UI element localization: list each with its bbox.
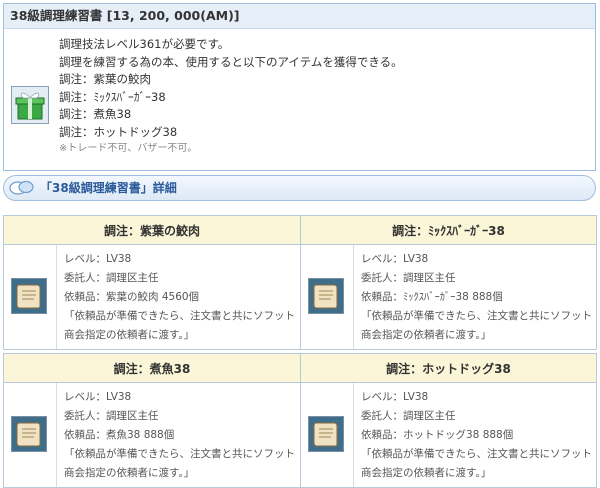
order-client: 委託人：調理区主任 [361, 410, 456, 422]
order-request: 依頼品：ﾐｯｸｽﾊﾞｰｶﾞｰ38 888個 [361, 291, 503, 303]
order-cell: レベル：LV38 委託人：調理区主任 依頼品：ﾐｯｸｽﾊﾞｰｶﾞｰ38 888個… [300, 244, 597, 350]
order-client: 委託人：調理区主任 [361, 272, 456, 284]
order-client: 委託人：調理区主任 [64, 272, 159, 284]
order-title: 調注：ﾐｯｸｽﾊﾞｰｶﾞｰ38 [300, 215, 597, 245]
order-message: 商会指定の依頼者に渡す。」 [361, 467, 492, 479]
item-line: 調理を練習する為の本、使用すると以下のアイテムを獲得できる。 [59, 54, 403, 69]
order-cell: レベル：LV38 委託人：調理区主任 依頼品：ホットドッグ38 888個 「依頼… [300, 382, 597, 488]
item-description: 調理技法レベル361が必要です。 調理を練習する為の本、使用すると以下のアイテム… [59, 36, 403, 157]
order-message: 「依頼品が準備できたら、注文書と共にソフット [64, 448, 295, 460]
scroll-icon[interactable] [11, 416, 47, 452]
order-message: 商会指定の依頼者に渡す。」 [64, 467, 195, 479]
item-line: 調注：ホットドッグ38 [59, 124, 178, 139]
item-note: ※トレード不可、バザー不可。 [59, 143, 198, 154]
order-message: 「依頼品が準備できたら、注文書と共にソフット [64, 310, 295, 322]
order-request: 依頼品：紫葉の鮫肉 4560個 [64, 291, 200, 303]
order-request: 依頼品：ホットドッグ38 888個 [361, 429, 514, 441]
item-title: 38級調理練習書 [13, 200, 000(AM)] [4, 4, 595, 29]
item-line: 調注：ﾐｯｸｽﾊﾞｰｶﾞｰ38 [59, 89, 166, 104]
order-cell: レベル：LV38 委託人：調理区主任 依頼品：紫葉の鮫肉 4560個 「依頼品が… [3, 244, 301, 350]
orders-table-2: 調注：煮魚38 調注：ホットドッグ38 レベル：LV38 委託人：調理区主任 依… [3, 353, 597, 488]
order-level: レベル：LV38 [361, 391, 429, 403]
order-level: レベル：LV38 [64, 391, 132, 403]
order-message: 「依頼品が準備できたら、注文書と共にソフット [361, 448, 592, 460]
order-request: 依頼品：煮魚38 888個 [64, 429, 175, 441]
scroll-icon[interactable] [11, 278, 47, 314]
item-info-panel: 38級調理練習書 [13, 200, 000(AM)] 調理技法レベル361が必… [3, 3, 596, 171]
scroll-icon[interactable] [308, 278, 344, 314]
order-message: 商会指定の依頼者に渡す。」 [64, 329, 195, 341]
order-client: 委託人：調理区主任 [64, 410, 159, 422]
order-message: 商会指定の依頼者に渡す。」 [361, 329, 492, 341]
item-line: 調理技法レベル361が必要です。 [59, 37, 230, 51]
scroll-icon[interactable] [308, 416, 344, 452]
item-line: 調注：煮魚38 [59, 107, 132, 121]
section-title: 「38級調理練習書」詳細 [40, 181, 177, 195]
order-title: 調注：紫葉の鮫肉 [3, 215, 301, 245]
order-title: 調注：ホットドッグ38 [300, 353, 597, 383]
item-line: 調注：紫葉の鮫肉 [59, 72, 151, 86]
order-level: レベル：LV38 [64, 253, 132, 265]
order-message: 「依頼品が準備できたら、注文書と共にソフット [361, 310, 592, 322]
order-cell: レベル：LV38 委託人：調理区主任 依頼品：煮魚38 888個 「依頼品が準備… [3, 382, 301, 488]
order-title: 調注：煮魚38 [3, 353, 301, 383]
order-level: レベル：LV38 [361, 253, 429, 265]
details-section-header: 「38級調理練習書」詳細 [3, 175, 596, 201]
gift-box-icon[interactable] [11, 86, 49, 124]
orders-table-1: 調注：紫葉の鮫肉 調注：ﾐｯｸｽﾊﾞｰｶﾞｰ38 レベル：LV38 委託人：調理… [3, 215, 597, 350]
speech-bubble-icon [9, 180, 34, 195]
